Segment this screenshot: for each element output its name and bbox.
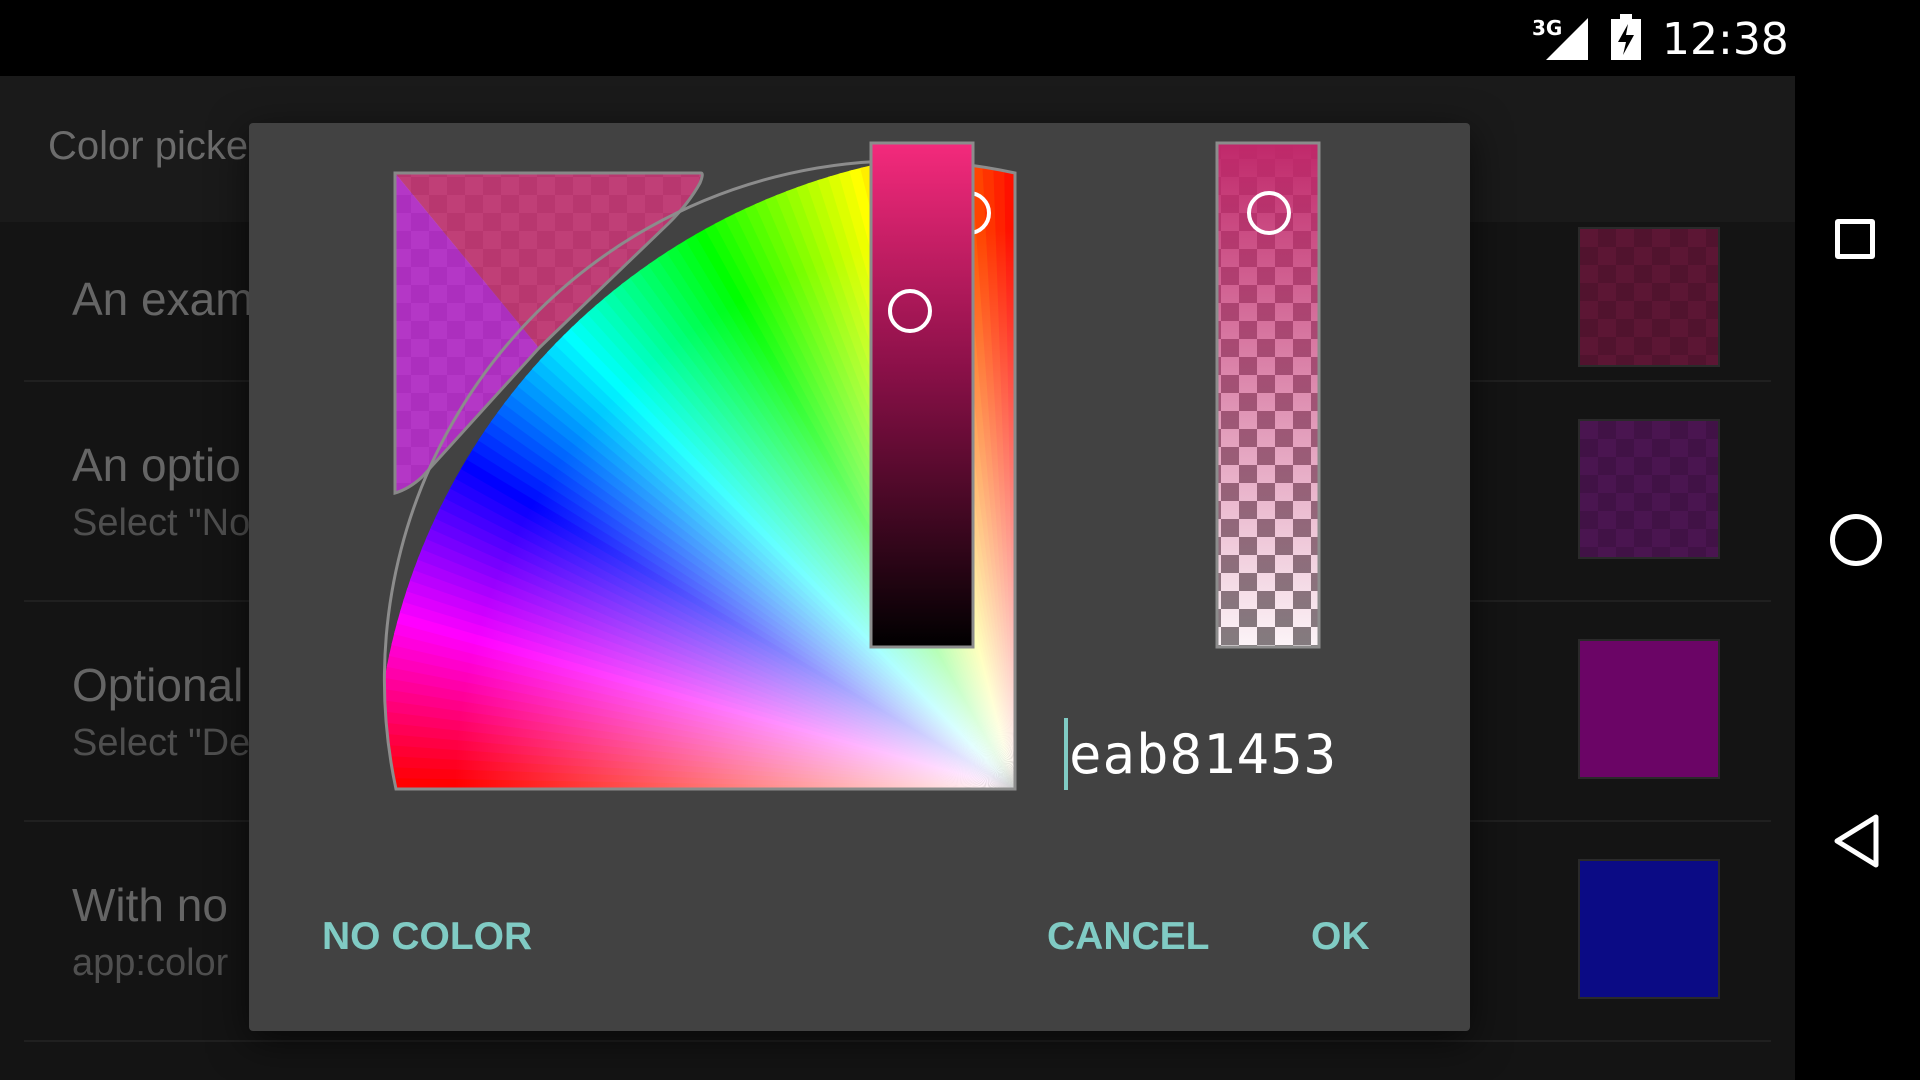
pref-item-2-title: An optio bbox=[72, 439, 241, 491]
pref-item-4-title: With no bbox=[72, 879, 228, 931]
signal-icon bbox=[1546, 18, 1588, 60]
value-slider[interactable] bbox=[869, 141, 975, 649]
pref-item-4-subtitle: app:color bbox=[72, 942, 229, 984]
app-title: Color picke bbox=[48, 124, 249, 168]
pref-item-2-swatch[interactable] bbox=[1578, 419, 1720, 559]
pref-item-4-swatch[interactable] bbox=[1578, 859, 1720, 999]
divider bbox=[24, 1040, 1771, 1042]
no-color-button[interactable]: NO COLOR bbox=[322, 915, 532, 959]
battery-charging-icon bbox=[1611, 14, 1641, 60]
cancel-button[interactable]: CANCEL bbox=[1047, 915, 1210, 959]
pref-item-2-subtitle: Select "No bbox=[72, 502, 251, 544]
text-cursor bbox=[1064, 718, 1068, 790]
home-icon[interactable] bbox=[1830, 514, 1882, 566]
pref-item-3-subtitle: Select "De bbox=[72, 722, 251, 764]
status-bar: 3G 12:38 bbox=[0, 0, 1795, 76]
hex-input[interactable]: eab81453 bbox=[1069, 723, 1337, 786]
clock: 12:38 bbox=[1662, 14, 1789, 65]
pref-item-3-title: Optional bbox=[72, 659, 244, 711]
pref-item-3-swatch[interactable] bbox=[1578, 639, 1720, 779]
color-picker-dialog: eab81453 NO COLOR CANCEL OK bbox=[249, 123, 1470, 1031]
recent-apps-icon[interactable] bbox=[1835, 219, 1875, 259]
pref-item-1-swatch[interactable] bbox=[1578, 227, 1720, 367]
ok-button[interactable]: OK bbox=[1311, 915, 1370, 959]
back-icon[interactable] bbox=[1832, 813, 1882, 869]
pref-item-1-title: An exam bbox=[72, 273, 254, 325]
color-picker-canvas bbox=[382, 141, 1321, 791]
alpha-slider[interactable] bbox=[1215, 141, 1321, 649]
